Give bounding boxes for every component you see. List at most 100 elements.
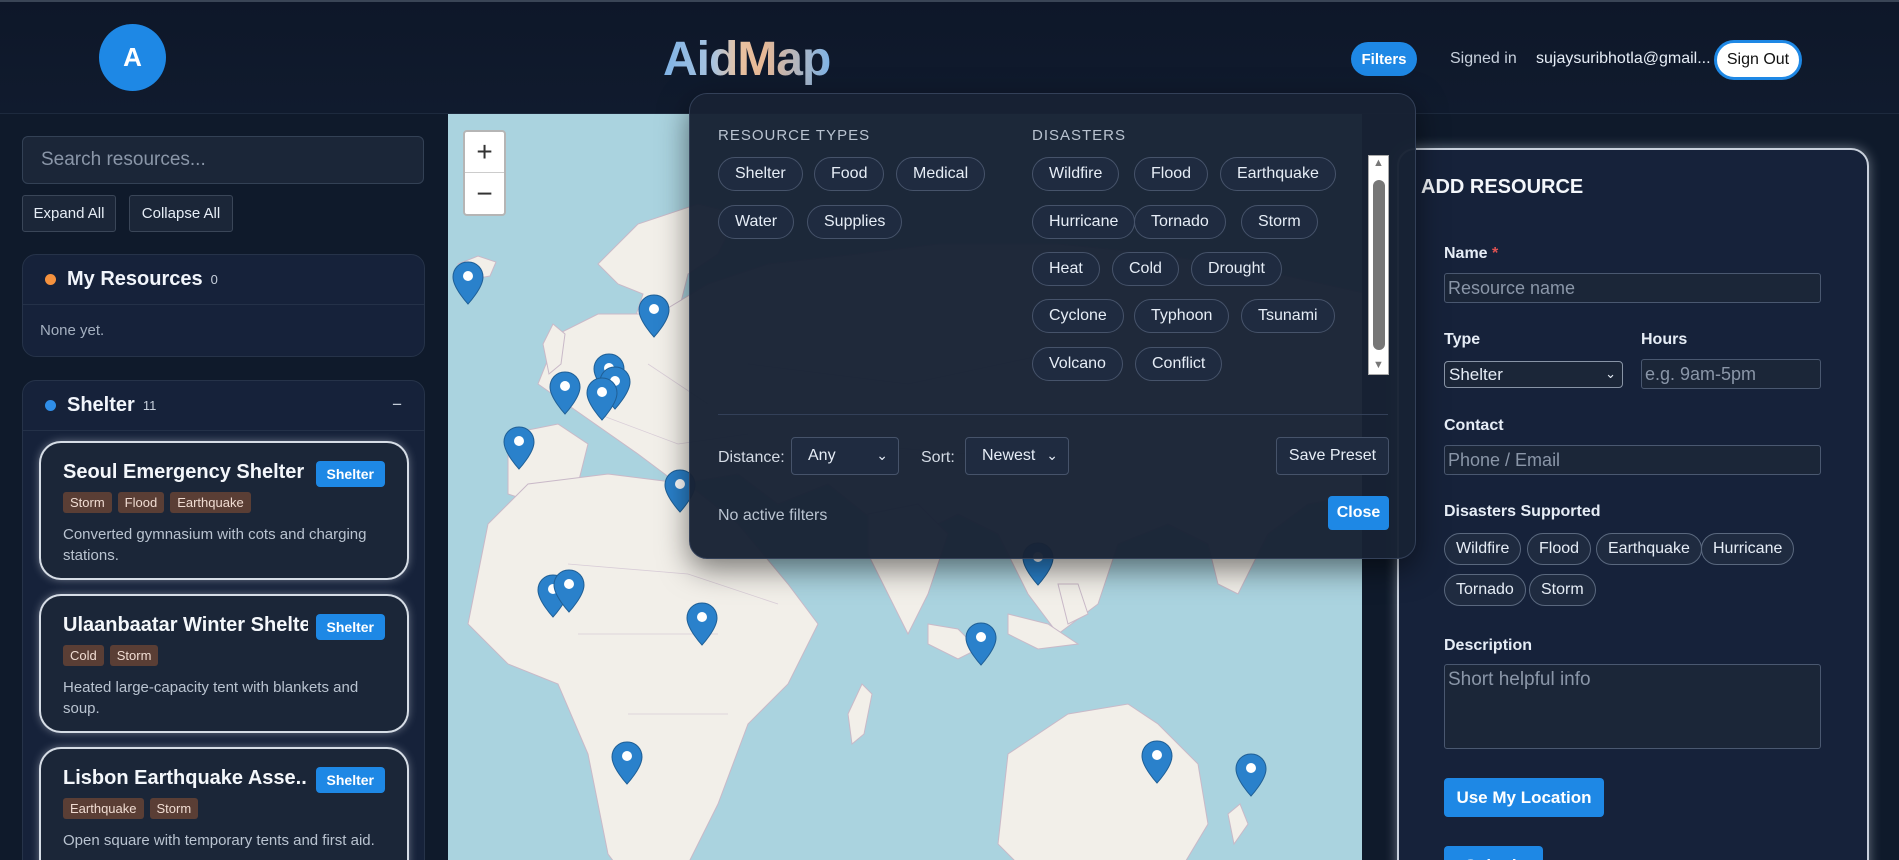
card-description: Open square with temporary tents and fir… [63, 832, 375, 849]
map-marker-icon[interactable] [586, 377, 618, 421]
my-resources-group: My Resources 0 None yet. [22, 254, 425, 357]
add-resource-panel: ADD RESOURCE Name * Resource name Type S… [1397, 148, 1869, 860]
save-preset-button[interactable]: Save Preset [1276, 437, 1389, 475]
user-email: sujaysuribhotla@gmail... [1536, 50, 1711, 67]
group-count: 11 [142, 398, 157, 413]
zoom-out-button[interactable]: − [465, 173, 504, 214]
type-select-value: Shelter [1449, 364, 1503, 384]
resource-card[interactable]: Ulaanbaatar Winter Shelter Shelter Cold … [41, 596, 407, 731]
sign-out-button[interactable]: Sign Out [1714, 40, 1802, 80]
filter-chip-shelter[interactable]: Shelter [718, 157, 803, 191]
hours-input[interactable]: e.g. 9am-5pm [1641, 359, 1821, 389]
filter-chip-medical[interactable]: Medical [896, 157, 986, 191]
distance-label: Distance: [718, 449, 785, 466]
type-badge: Shelter [315, 614, 385, 640]
filter-chip-cold[interactable]: Cold [1112, 252, 1179, 286]
resource-card[interactable]: Seoul Emergency Shelter ... Shelter Stor… [41, 443, 407, 578]
contact-input[interactable]: Phone / Email [1444, 445, 1821, 475]
filter-chip-hurricane[interactable]: Hurricane [1032, 205, 1136, 239]
chevron-down-icon: ⌄ [1605, 366, 1616, 381]
type-select[interactable]: Shelter ⌄ [1444, 361, 1623, 388]
submit-button[interactable]: Submit [1444, 846, 1543, 860]
zoom-control: + − [463, 130, 506, 216]
map-marker-icon[interactable] [503, 426, 535, 470]
filter-chip-volcano[interactable]: Volcano [1032, 347, 1123, 381]
filter-chip-conflict[interactable]: Conflict [1135, 347, 1223, 381]
sort-label: Sort: [921, 449, 955, 466]
group-title: Shelter [67, 394, 135, 416]
signed-in-label: Signed in [1450, 50, 1517, 67]
distance-select[interactable]: Any ⌄ [791, 437, 899, 475]
filter-chip-cyclone[interactable]: Cyclone [1032, 299, 1124, 333]
scroll-up-icon[interactable]: ▲ [1373, 157, 1384, 169]
map-marker-icon[interactable] [638, 294, 670, 338]
filter-chip-food[interactable]: Food [814, 157, 885, 191]
scrollbar-thumb[interactable] [1373, 180, 1385, 350]
map-marker-icon[interactable] [1141, 740, 1173, 784]
shelter-group-header[interactable]: Shelter 11 − [23, 381, 424, 431]
disaster-tag: Earthquake [170, 492, 251, 513]
card-title: Seoul Emergency Shelter ... [63, 461, 308, 483]
name-label-text: Name [1444, 245, 1488, 262]
required-mark: * [1492, 245, 1499, 262]
my-resources-header[interactable]: My Resources 0 [23, 255, 424, 305]
map-marker-icon[interactable] [611, 741, 643, 785]
close-filters-button[interactable]: Close [1328, 496, 1389, 530]
disaster-chip[interactable]: Storm [1529, 574, 1596, 606]
use-my-location-button[interactable]: Use My Location [1444, 778, 1604, 817]
disaster-chip[interactable]: Earthquake [1596, 533, 1702, 565]
contact-label: Contact [1444, 417, 1504, 434]
map-marker-icon[interactable] [686, 602, 718, 646]
map-marker-icon[interactable] [452, 261, 484, 305]
divider [718, 414, 1388, 415]
collapse-toggle-icon[interactable]: − [392, 395, 402, 415]
name-input[interactable]: Resource name [1444, 273, 1821, 303]
card-title: Lisbon Earthquake Asse... [63, 767, 308, 789]
search-input[interactable] [22, 136, 424, 184]
filter-chip-earthquake[interactable]: Earthquake [1220, 157, 1336, 191]
type-label: Type [1444, 331, 1481, 348]
zoom-in-button[interactable]: + [465, 132, 504, 173]
chevron-down-icon: ⌄ [1046, 447, 1058, 463]
scroll-down-icon[interactable]: ▼ [1373, 359, 1384, 371]
filter-chip-water[interactable]: Water [718, 205, 795, 239]
resource-card[interactable]: Lisbon Earthquake Asse... Shelter Earthq… [41, 749, 407, 860]
disasters-scrollbar[interactable]: ▲ ▼ [1368, 155, 1389, 375]
filter-chip-wildfire[interactable]: Wildfire [1032, 157, 1120, 191]
filter-status-text: No active filters [718, 507, 828, 524]
shelter-group: Shelter 11 − Seoul Emergency Shelter ...… [22, 380, 425, 860]
map-marker-icon[interactable] [549, 371, 581, 415]
disaster-tag: Earthquake [63, 798, 144, 819]
user-avatar[interactable]: A [99, 24, 166, 91]
disaster-chip[interactable]: Hurricane [1701, 533, 1795, 565]
map-marker-icon[interactable] [965, 622, 997, 666]
disaster-chip[interactable]: Flood [1527, 533, 1592, 565]
tag-list: Cold Storm [63, 645, 385, 666]
card-description: Heated large-capacity tent with blankets… [63, 679, 359, 717]
filter-chip-supplies[interactable]: Supplies [807, 205, 903, 239]
filter-chip-flood[interactable]: Flood [1134, 157, 1209, 191]
filters-popover: RESOURCE TYPES Shelter Food Medical Wate… [689, 93, 1416, 559]
description-textarea[interactable]: Short helpful info [1444, 664, 1821, 749]
disaster-tag: Flood [117, 492, 165, 513]
disaster-tag: Storm [149, 798, 199, 819]
group-count: 0 [210, 272, 218, 287]
panel-title: ADD RESOURCE [1421, 176, 1584, 198]
disaster-chip[interactable]: Wildfire [1444, 533, 1522, 565]
disasters-heading: DISASTERS [1032, 127, 1127, 144]
filter-chip-drought[interactable]: Drought [1191, 252, 1282, 286]
expand-all-button[interactable]: Expand All [22, 195, 116, 232]
group-title: My Resources [67, 268, 203, 290]
filter-chip-tornado[interactable]: Tornado [1134, 205, 1226, 239]
filters-button[interactable]: Filters [1351, 42, 1417, 76]
disaster-chip[interactable]: Tornado [1444, 574, 1526, 606]
sort-select[interactable]: Newest ⌄ [965, 437, 1069, 475]
app-logo[interactable]: AidMap [663, 32, 831, 87]
map-marker-icon[interactable] [1235, 753, 1267, 797]
filter-chip-storm[interactable]: Storm [1241, 205, 1318, 239]
filter-chip-typhoon[interactable]: Typhoon [1134, 299, 1230, 333]
filter-chip-heat[interactable]: Heat [1032, 252, 1100, 286]
card-title: Ulaanbaatar Winter Shelter [63, 614, 308, 636]
collapse-all-button[interactable]: Collapse All [129, 195, 233, 232]
filter-chip-tsunami[interactable]: Tsunami [1241, 299, 1335, 333]
